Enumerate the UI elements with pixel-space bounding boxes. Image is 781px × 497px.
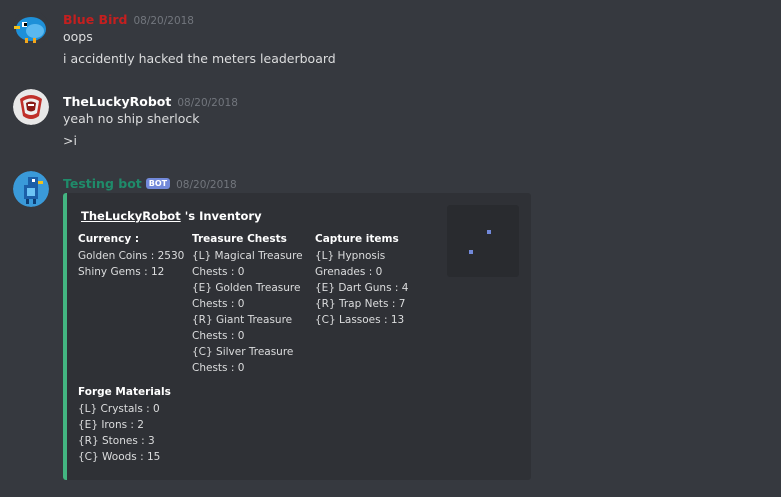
- timestamp: 08/20/2018: [177, 97, 238, 109]
- author-name[interactable]: TheLuckyRobot: [63, 94, 171, 109]
- embed-title-suffix: 's Inventory: [180, 209, 262, 223]
- field-currency-line: Shiny Gems : 12: [78, 266, 165, 278]
- bot-avatar[interactable]: [13, 171, 49, 207]
- field-chests-line: {E} Golden Treasure: [192, 282, 301, 294]
- message-line: oops: [63, 29, 93, 44]
- field-capture-name: Capture items: [315, 233, 399, 245]
- message-header: Blue Bird 08/20/2018: [63, 9, 194, 28]
- embed-title: TheLuckyRobot 's Inventory: [81, 209, 262, 223]
- field-chests-line: {L} Magical Treasure: [192, 250, 303, 262]
- field-chests-line: Chests : 0: [192, 330, 245, 342]
- field-chests-line: Chests : 0: [192, 362, 245, 374]
- field-capture-line: {E} Dart Guns : 4: [315, 282, 409, 294]
- field-chests-line: {R} Giant Treasure: [192, 314, 293, 326]
- field-forge-line: {E} Irons : 2: [78, 419, 144, 431]
- field-forge-name: Forge Materials: [78, 386, 171, 398]
- field-chests-name: Treasure Chests: [192, 233, 287, 245]
- message-header: Testing bot BOT 08/20/2018: [63, 173, 237, 192]
- embed-title-user[interactable]: TheLuckyRobot: [81, 209, 181, 223]
- robot-avatar[interactable]: [13, 89, 49, 125]
- timestamp: 08/20/2018: [133, 15, 194, 27]
- author-name[interactable]: Blue Bird: [63, 12, 127, 27]
- field-chests-line: {C} Silver Treasure: [192, 346, 294, 358]
- field-forge-line: {L} Crystals : 0: [78, 403, 160, 415]
- message-line: >i: [63, 133, 77, 148]
- author-name[interactable]: Testing bot: [63, 176, 142, 191]
- field-capture-line: {R} Trap Nets : 7: [315, 298, 406, 310]
- field-capture-line: {C} Lassoes : 13: [315, 314, 405, 326]
- field-capture-line: {L} Hypnosis: [315, 250, 386, 262]
- blue-bird-avatar[interactable]: [13, 10, 49, 46]
- message-line: i accidently hacked the meters leaderboa…: [63, 51, 336, 66]
- message-line: yeah no ship sherlock: [63, 111, 200, 126]
- field-chests-line: Chests : 0: [192, 266, 245, 278]
- field-currency-line: Golden Coins : 2530: [78, 250, 185, 262]
- message-header: TheLuckyRobot 08/20/2018: [63, 91, 238, 110]
- thumbnail-pixel: [487, 230, 491, 234]
- field-forge-line: {R} Stones : 3: [78, 435, 155, 447]
- timestamp: 08/20/2018: [176, 179, 237, 191]
- field-currency-name: Currency :: [78, 233, 140, 245]
- thumbnail-pixel: [469, 250, 473, 254]
- bot-tag: BOT: [145, 178, 171, 189]
- embed-thumbnail[interactable]: [447, 205, 519, 277]
- field-capture-line: Grenades : 0: [315, 266, 383, 278]
- field-chests-line: Chests : 0: [192, 298, 245, 310]
- field-forge-line: {C} Woods : 15: [78, 451, 161, 463]
- inventory-embed: TheLuckyRobot 's Inventory Currency : Go…: [63, 193, 531, 480]
